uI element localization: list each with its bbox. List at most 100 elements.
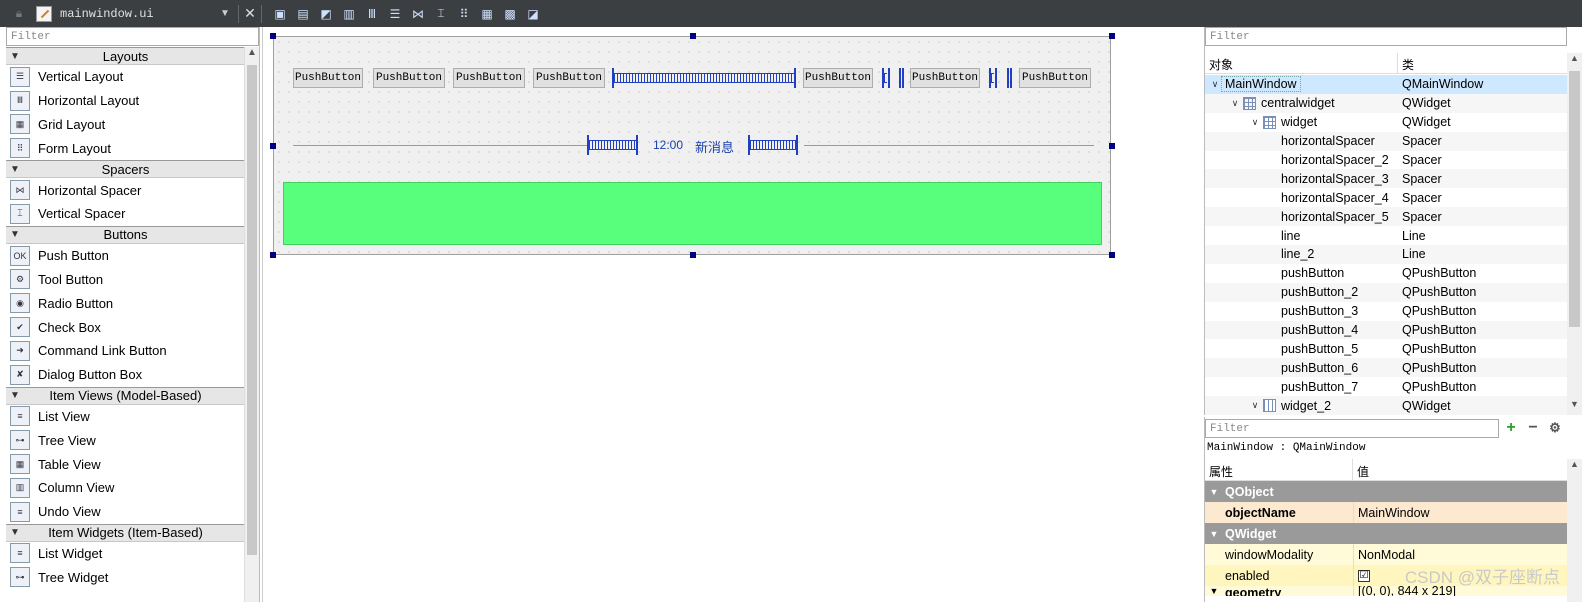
object-tree-row[interactable]: ∨ centralwidget QWidget [1205, 93, 1567, 113]
widget-item[interactable]: ⚙ Tool Button [6, 268, 245, 292]
property-filter-input[interactable]: Filter [1205, 418, 1499, 438]
property-column-header[interactable]: 属性 [1205, 459, 1353, 480]
chevron-down-icon[interactable]: ▼ [10, 229, 20, 240]
resize-handle[interactable] [270, 33, 276, 39]
resize-handle[interactable] [690, 252, 696, 258]
resize-handle[interactable] [1109, 33, 1115, 39]
widget-item[interactable]: ≡ List View [6, 405, 245, 429]
object-tree-row[interactable]: pushButton_3 QPushButton [1205, 302, 1567, 321]
push-button-1[interactable]: PushButton [293, 68, 363, 88]
close-file-icon[interactable]: ✕ [243, 5, 257, 22]
widget-item[interactable]: ⠿ Form Layout [6, 136, 245, 160]
scroll-thumb[interactable] [1569, 71, 1580, 327]
object-tree-row[interactable]: horizontalSpacer_3 Spacer [1205, 169, 1567, 189]
object-tree-row[interactable]: ∨ widget_2 QWidget [1205, 396, 1567, 416]
category-header[interactable]: ▼ Buttons [6, 225, 245, 244]
widget-item[interactable]: ⊶ Tree View [6, 428, 245, 452]
widget-item[interactable]: ⋈ Horizontal Spacer [6, 178, 245, 202]
property-row-objectname[interactable]: objectName MainWindow [1205, 502, 1567, 523]
chevron-down-icon[interactable]: ▼ [10, 164, 20, 175]
chevron-down-icon[interactable]: ▼ [10, 390, 20, 401]
line-vertical[interactable] [902, 68, 904, 88]
object-tree-row[interactable]: horizontalSpacer_5 Spacer [1205, 207, 1567, 227]
layout-grid-icon[interactable]: ▦ [478, 5, 496, 23]
main-window-form[interactable]: PushButton PushButton PushButton PushBut… [270, 33, 1115, 258]
chevron-down-icon[interactable]: ▼ [10, 51, 20, 62]
widget-box-scrollbar[interactable]: ▲ [244, 47, 259, 602]
line-vertical[interactable] [899, 68, 901, 88]
property-group-qwidget[interactable]: ▼ QWidget [1205, 523, 1567, 544]
resize-handle[interactable] [690, 33, 696, 39]
resize-handle[interactable] [1109, 252, 1115, 258]
property-group-qobject[interactable]: ▼ QObject [1205, 481, 1567, 502]
property-value[interactable]: NonModal [1353, 544, 1415, 565]
scroll-up-icon[interactable]: ▲ [245, 47, 259, 63]
object-tree-row[interactable]: pushButton_5 QPushButton [1205, 339, 1567, 358]
value-column-header[interactable]: 值 [1353, 459, 1373, 480]
widget-filter-input[interactable]: Filter [6, 27, 259, 46]
object-filter-input[interactable]: Filter [1205, 27, 1567, 46]
collapse-icon[interactable]: ▼ [1205, 529, 1223, 539]
class-column-header[interactable]: 类 [1398, 53, 1418, 73]
line-horizontal[interactable] [293, 145, 587, 146]
widget-item[interactable]: ≡ Undo View [6, 500, 245, 524]
horizontal-spacer[interactable] [614, 73, 794, 83]
edit-buddies-icon[interactable]: ◩ [317, 5, 335, 23]
line-vertical[interactable] [1007, 68, 1009, 88]
object-tree-row[interactable]: line Line [1205, 226, 1567, 245]
file-tab-name[interactable]: mainwindow.ui [60, 7, 220, 21]
layout-form-icon[interactable]: ⠿ [455, 5, 473, 23]
push-button-5[interactable]: PushButton [803, 68, 873, 88]
object-tree-row[interactable]: horizontalSpacer_4 Spacer [1205, 188, 1567, 207]
layout-hsplit-icon[interactable]: ⋈ [409, 5, 427, 23]
object-tree-row[interactable]: pushButton_2 QPushButton [1205, 282, 1567, 302]
enabled-checkbox[interactable]: ☑ [1358, 569, 1370, 582]
widget-item[interactable]: ☰ Vertical Layout [6, 65, 245, 89]
remove-property-icon[interactable]: − [1523, 418, 1543, 438]
collapse-icon[interactable]: ▼ [1205, 487, 1223, 497]
category-header[interactable]: ▼ Spacers [6, 160, 245, 179]
widget-item[interactable]: ➜ Command Link Button [6, 339, 245, 363]
object-tree-row[interactable]: pushButton_7 QPushButton [1205, 377, 1567, 396]
edit-tab-order-icon[interactable]: ▥ [340, 5, 358, 23]
object-inspector-scrollbar[interactable]: ▲ ▼ [1567, 53, 1582, 415]
property-value[interactable]: ☑ [1353, 565, 1370, 586]
expand-arrow-icon[interactable]: ∨ [1209, 79, 1221, 90]
widget-item[interactable]: ≡ List Widget [6, 542, 245, 566]
property-value[interactable]: MainWindow [1353, 502, 1430, 523]
expand-arrow-icon[interactable]: ∨ [1249, 400, 1261, 411]
category-header[interactable]: ▼ Layouts [6, 47, 245, 65]
object-tree-row[interactable]: pushButton_4 QPushButton [1205, 320, 1567, 340]
push-button-3[interactable]: PushButton [453, 68, 525, 88]
horizontal-spacer-5[interactable] [750, 140, 796, 150]
configure-icon[interactable]: ⚙ [1545, 418, 1565, 438]
category-header[interactable]: ▼ Item Views (Model-Based) [6, 386, 245, 405]
object-tree-row[interactable]: ∨ widget QWidget [1205, 113, 1567, 132]
bring-to-front-icon[interactable]: ▤ [294, 5, 312, 23]
adjust-size-icon[interactable]: ◪ [524, 5, 542, 23]
expand-arrow-icon[interactable]: ∨ [1229, 98, 1241, 109]
scroll-up-icon[interactable]: ▲ [1567, 459, 1582, 475]
widget-item[interactable]: ▥ Column View [6, 476, 245, 500]
widget-item[interactable]: OK Push Button [6, 244, 245, 268]
scroll-up-icon[interactable]: ▲ [1567, 53, 1582, 69]
object-tree-row[interactable]: pushButton QPushButton [1205, 264, 1567, 283]
expand-arrow-icon[interactable]: ∨ [1249, 117, 1261, 128]
widget-item[interactable]: ⊶ Tree Widget [6, 565, 245, 589]
widget-item[interactable]: ▦ Grid Layout [6, 113, 245, 137]
widget-item[interactable]: ⌶ Vertical Spacer [6, 202, 245, 226]
push-button-7[interactable]: PushButton [1019, 68, 1091, 88]
widget-item[interactable]: ◉ Radio Button [6, 291, 245, 315]
line-horizontal-2[interactable] [804, 145, 1094, 146]
layout-horizontal-icon[interactable]: Ⅲ [363, 5, 381, 23]
push-button-4[interactable]: PushButton [533, 68, 605, 88]
line-vertical[interactable] [1010, 68, 1012, 88]
scroll-down-icon[interactable]: ▼ [1567, 399, 1582, 415]
send-to-back-icon[interactable]: ▣ [271, 5, 289, 23]
widget-item[interactable]: ✘ Dialog Button Box [6, 363, 245, 387]
horizontal-spacer-4[interactable] [589, 140, 636, 150]
layout-vertical-icon[interactable]: ☰ [386, 5, 404, 23]
resize-handle[interactable] [270, 143, 276, 149]
chevron-down-icon[interactable]: ▼ [10, 527, 20, 538]
horizontal-spacer-2[interactable] [884, 73, 887, 83]
